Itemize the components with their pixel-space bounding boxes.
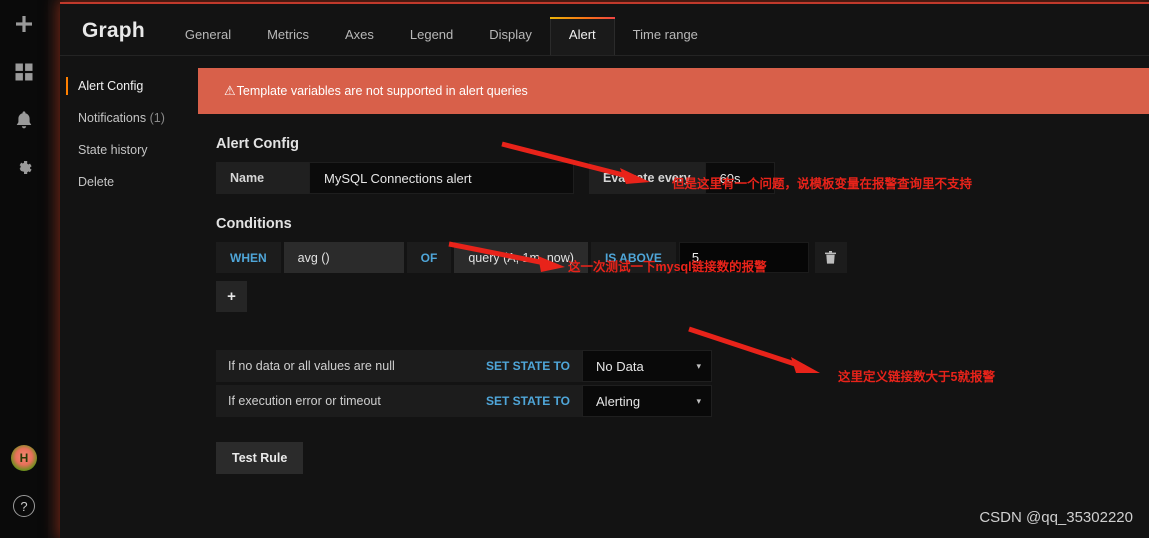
notifications-count: (1) xyxy=(149,111,165,125)
alert-config-heading: Alert Config xyxy=(216,136,299,152)
tab-legend[interactable]: Legend xyxy=(392,27,471,55)
subnav-item-alert-config[interactable]: Alert Config xyxy=(60,70,198,102)
exec-error-set-state-label: SET STATE TO xyxy=(474,385,583,417)
help-glyph: ? xyxy=(13,495,35,517)
alert-content: ⚠ Template variables are not supported i… xyxy=(198,56,1149,538)
annotation-text-2: 这一次测试一下mysql链接数的报警 xyxy=(568,260,767,274)
banner-message: Template variables are not supported in … xyxy=(236,84,528,98)
alert-subnav: Alert Config Notifications (1) State his… xyxy=(60,56,198,538)
no-data-state-value: No Data xyxy=(596,358,644,374)
condition-of-label: OF xyxy=(406,242,452,273)
chevron-down-icon: ▾ xyxy=(696,395,702,406)
error-handling-block: If no data or all values are null SET ST… xyxy=(198,350,1149,417)
delete-condition-icon[interactable] xyxy=(814,242,847,273)
exec-error-state-dropdown[interactable]: Alerting ▾ xyxy=(582,385,713,417)
conditions-heading: Conditions xyxy=(216,216,292,232)
user-avatar[interactable]: H xyxy=(0,434,48,482)
no-data-set-state-label: SET STATE TO xyxy=(474,350,583,382)
configuration-gear-icon[interactable] xyxy=(0,144,48,192)
tab-alert[interactable]: Alert xyxy=(549,17,615,55)
panel-tabbar: Graph General Metrics Axes Legend Displa… xyxy=(60,4,1149,56)
alert-error-banner: ⚠ Template variables are not supported i… xyxy=(198,68,1149,114)
add-condition-button[interactable]: + xyxy=(216,281,247,312)
app-screen: H ? Graph General Metrics Axes Legend Di… xyxy=(0,0,1149,538)
annotation-text-3: 这里定义链接数大于5就报警 xyxy=(838,370,995,384)
subnav-label-alert-config: Alert Config xyxy=(78,79,144,93)
condition-when-label: WHEN xyxy=(216,242,281,273)
warning-triangle-icon: ⚠ xyxy=(224,83,236,98)
exec-error-description: If execution error or timeout xyxy=(216,385,474,417)
tab-metrics[interactable]: Metrics xyxy=(249,27,327,55)
watermark: CSDN @qq_35302220 xyxy=(979,509,1133,526)
tab-display[interactable]: Display xyxy=(471,27,550,55)
subnav-label-state-history: State history xyxy=(78,143,148,157)
tab-time-range[interactable]: Time range xyxy=(615,27,716,55)
chevron-down-icon: ▾ xyxy=(696,360,702,371)
help-icon[interactable]: ? xyxy=(0,482,48,530)
panel-title: Graph xyxy=(82,19,145,42)
subnav-label-delete: Delete xyxy=(78,175,115,189)
no-data-state-dropdown[interactable]: No Data ▾ xyxy=(582,350,713,382)
subnav-item-state-history[interactable]: State history xyxy=(60,134,198,166)
subnav-item-delete[interactable]: Delete xyxy=(60,166,198,198)
no-data-row: If no data or all values are null SET ST… xyxy=(216,350,1149,382)
no-data-description: If no data or all values are null xyxy=(216,350,474,382)
condition-reducer-select[interactable]: avg () xyxy=(283,242,404,273)
exec-error-row: If execution error or timeout SET STATE … xyxy=(216,385,1149,417)
add-icon[interactable] xyxy=(0,0,48,48)
test-rule-button[interactable]: Test Rule xyxy=(216,442,304,474)
name-label: Name xyxy=(216,162,309,194)
alerting-bell-icon[interactable] xyxy=(0,96,48,144)
alert-name-input[interactable]: MySQL Connections alert xyxy=(309,162,574,194)
exec-error-state-value: Alerting xyxy=(596,393,641,409)
subnav-label-notifications: Notifications xyxy=(78,111,147,125)
annotation-text-1: 但是这里有一个问题，说模板变量在报警查询里不支持 xyxy=(672,177,973,191)
tab-general[interactable]: General xyxy=(167,27,249,55)
dashboards-icon[interactable] xyxy=(0,48,48,96)
sidebar-rail: H ? xyxy=(0,0,48,538)
panel-body: Alert Config Notifications (1) State his… xyxy=(60,56,1149,538)
subnav-item-notifications[interactable]: Notifications (1) xyxy=(60,102,198,134)
avatar-glyph: H xyxy=(11,445,37,471)
tab-axes[interactable]: Axes xyxy=(327,27,392,55)
